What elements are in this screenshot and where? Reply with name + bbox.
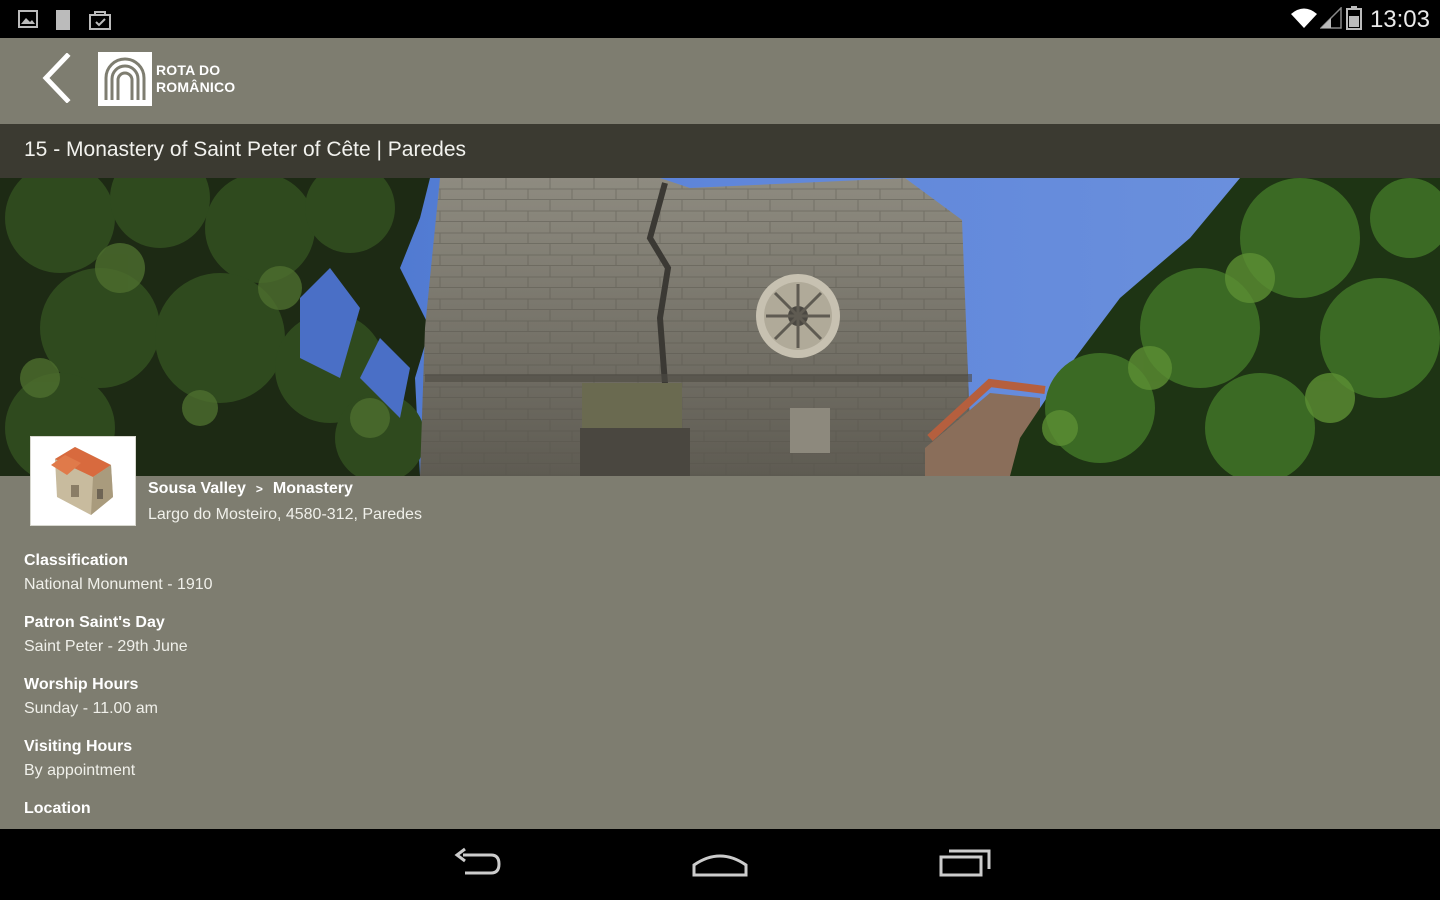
info-label: Location — [24, 800, 91, 817]
image-notification-icon — [18, 9, 38, 34]
info-label: Worship Hours — [24, 676, 139, 693]
back-button[interactable] — [30, 50, 82, 110]
monument-thumbnail[interactable] — [30, 436, 136, 526]
battery-icon — [1346, 6, 1362, 35]
breadcrumb-separator: > — [255, 482, 263, 496]
breadcrumb-region[interactable]: Sousa Valley — [148, 480, 246, 497]
info-classification: Classification National Monument - 1910 — [24, 552, 213, 594]
home-icon — [691, 847, 749, 884]
recent-apps-icon — [937, 847, 993, 884]
page-title: 15 - Monastery of Saint Peter of Cête | … — [24, 138, 467, 161]
logo-line-2: ROMÂNICO — [156, 79, 236, 95]
info-value: Sunday - 11.00 am — [24, 700, 159, 717]
details-panel: Sousa Valley > Monastery Largo do Mosteiro… — [0, 476, 1440, 829]
app-bar: ROTA DO ROMÂNICO — [0, 38, 1440, 124]
breadcrumb-type[interactable]: Monastery — [273, 480, 353, 497]
monastery-photo — [0, 178, 1440, 476]
info-patron-saint-day: Patron Saint's Day Saint Peter - 29th Ju… — [24, 614, 188, 656]
address: Largo do Mosteiro, 4580-312, Paredes — [148, 506, 422, 523]
screen: 13:03 ROTA DO ROMÂNICO 15 - Monastery of… — [0, 0, 1440, 900]
info-value: Saint Peter - 29th June — [24, 638, 188, 655]
title-bar: 15 - Monastery of Saint Peter of Cête | … — [0, 124, 1440, 178]
back-arrow-icon — [451, 847, 503, 884]
info-location: Location — [24, 800, 91, 824]
store-icon — [88, 9, 112, 36]
signal-icon — [1319, 6, 1342, 34]
sd-card-icon — [54, 9, 72, 36]
clock: 13:03 — [1369, 6, 1430, 33]
info-worship-hours: Worship Hours Sunday - 11.00 am — [24, 676, 158, 718]
info-value: National Monument - 1910 — [24, 576, 213, 593]
nav-back-button[interactable] — [442, 843, 512, 887]
info-value: By appointment — [24, 762, 136, 779]
info-label: Classification — [24, 552, 129, 569]
breadcrumb: Sousa Valley > Monastery — [148, 480, 353, 498]
info-label: Visiting Hours — [24, 738, 133, 755]
info-label: Patron Saint's Day — [24, 614, 165, 631]
nav-recents-button[interactable] — [930, 843, 1000, 887]
app-logo: ROTA DO ROMÂNICO — [98, 52, 235, 106]
info-visiting-hours: Visiting Hours By appointment — [24, 738, 135, 780]
status-bar: 13:03 — [0, 0, 1440, 38]
nav-home-button[interactable] — [685, 843, 755, 887]
chevron-left-icon — [41, 51, 71, 108]
logo-text: ROTA DO ROMÂNICO — [156, 62, 235, 96]
system-nav-bar — [0, 829, 1440, 900]
logo-line-1: ROTA DO — [156, 62, 221, 78]
arch-logo-icon — [98, 52, 152, 106]
wifi-icon — [1290, 7, 1318, 34]
